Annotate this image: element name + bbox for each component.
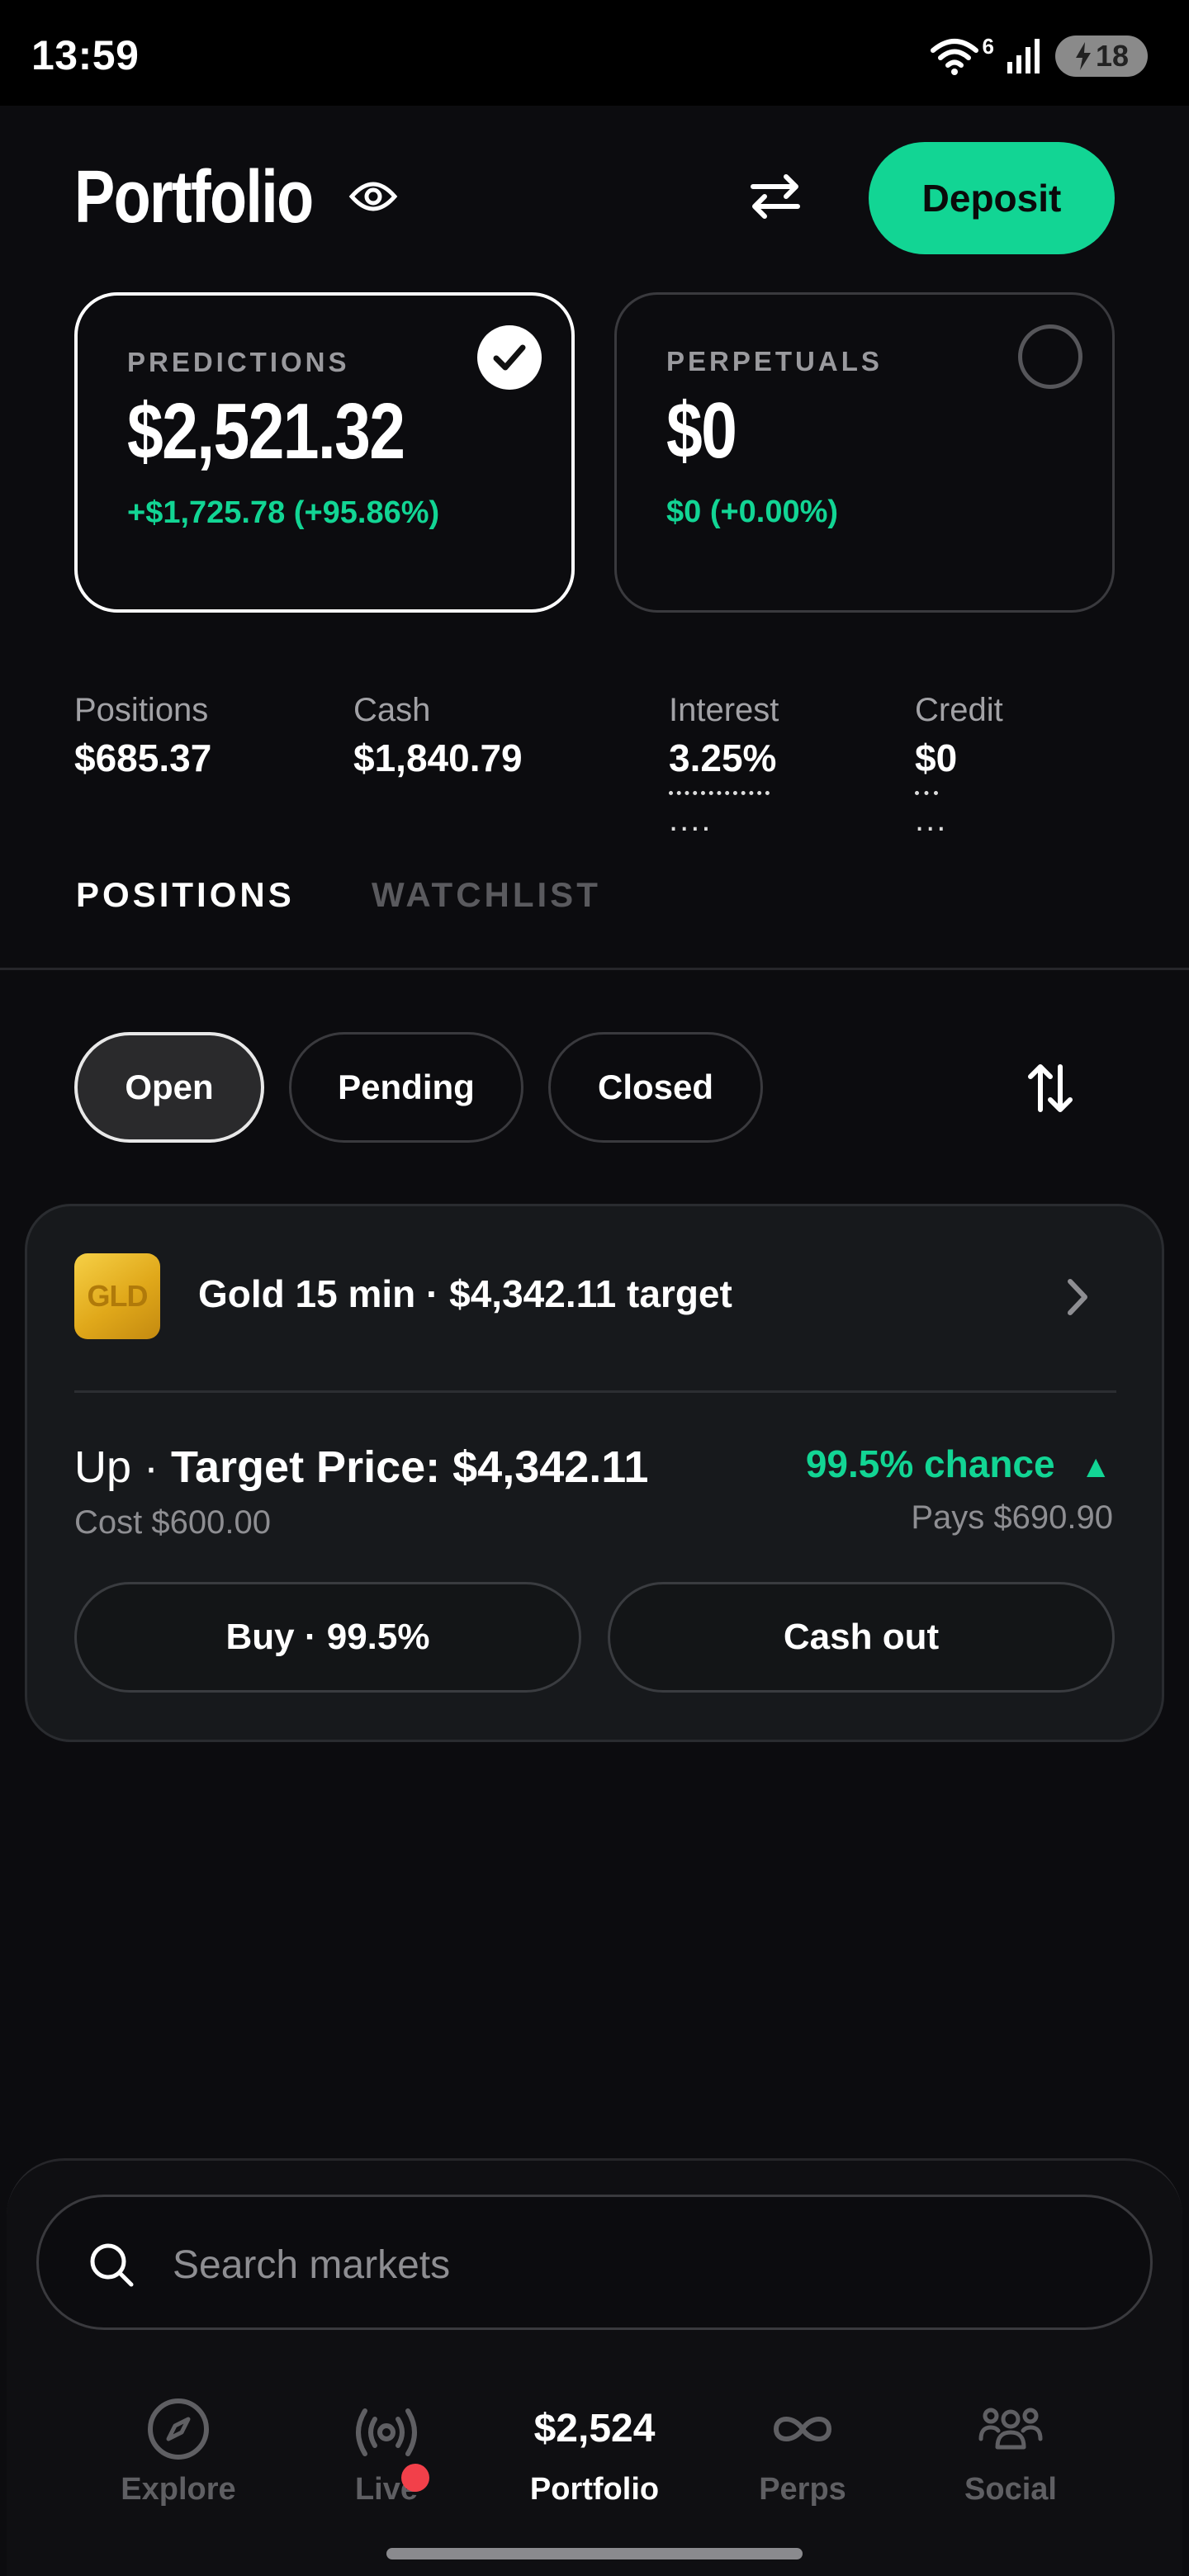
swap-arrows-icon[interactable] xyxy=(746,170,804,223)
nav-label: Live xyxy=(354,2472,419,2507)
position-direction: Up · xyxy=(74,1442,172,1492)
stat-positions: Positions $685.37 xyxy=(74,692,211,780)
stat-cash: Cash $1,840.79 xyxy=(353,692,523,780)
tab-positions[interactable]: POSITIONS xyxy=(76,875,295,915)
page-title: Portfolio xyxy=(74,156,314,239)
stat-value: $1,840.79 xyxy=(353,736,523,779)
buy-button[interactable]: Buy · 99.5% xyxy=(74,1582,581,1693)
position-target: Target Price: $4,342.11 xyxy=(171,1442,649,1492)
predictions-card[interactable]: PREDICTIONS $2,521.32 +$1,725.78 (+95.86… xyxy=(74,292,575,613)
nav-live[interactable]: Live xyxy=(296,2394,477,2518)
checkmark-icon xyxy=(477,325,542,390)
gld-logo: GLD xyxy=(74,1253,160,1339)
charging-icon xyxy=(1075,42,1091,70)
users-icon xyxy=(978,2408,1043,2450)
stat-extra: .... xyxy=(669,802,713,838)
search-bar[interactable] xyxy=(36,2195,1153,2330)
chevron-right-icon[interactable] xyxy=(1065,1276,1090,1318)
nav-explore[interactable]: Explore xyxy=(88,2394,269,2518)
wifi-icon xyxy=(930,39,978,75)
radio-unselected-icon xyxy=(1018,324,1082,389)
position-cost: Cost $600.00 xyxy=(74,1504,271,1541)
battery-level: 18 xyxy=(1095,39,1130,73)
live-indicator-dot xyxy=(401,2464,429,2492)
filter-pending[interactable]: Pending xyxy=(289,1032,523,1143)
predictions-value: $2,521.32 xyxy=(127,387,405,476)
position-chance: 99.5% chance ▲ xyxy=(806,1442,1111,1486)
stat-label: Credit xyxy=(915,692,1003,728)
perpetuals-change: $0 (+0.00%) xyxy=(666,495,839,529)
eye-icon[interactable] xyxy=(348,175,398,218)
chance-text: 99.5% chance xyxy=(805,1442,1055,1485)
nav-label: Explore xyxy=(121,2472,236,2507)
nav-perps[interactable]: Perps xyxy=(712,2394,893,2518)
perpetuals-label: PERPETUALS xyxy=(666,346,883,376)
status-icons: 6 18 xyxy=(930,33,1148,79)
battery-indicator: 18 xyxy=(1055,36,1148,77)
stat-value: 3.25% xyxy=(669,736,777,779)
broadcast-icon xyxy=(356,2408,417,2456)
sort-icon[interactable] xyxy=(1024,1060,1077,1116)
stat-credit[interactable]: Credit $0 ... xyxy=(915,692,1003,839)
dotted-underline xyxy=(915,788,938,795)
stat-value: $685.37 xyxy=(74,736,212,779)
home-indicator[interactable] xyxy=(386,2548,803,2559)
signal-icon xyxy=(1007,39,1040,73)
compass-icon xyxy=(148,2398,209,2460)
nav-label: Social xyxy=(964,2472,1057,2507)
nav-portfolio-value: $2,524 xyxy=(533,2407,656,2451)
nav-portfolio[interactable]: $2,524 Portfolio xyxy=(504,2394,685,2518)
tabs-divider xyxy=(0,968,1189,970)
stat-value: $0 xyxy=(915,736,958,779)
stat-extra: ... xyxy=(915,802,948,838)
dotted-underline xyxy=(669,788,770,795)
search-icon xyxy=(90,2243,134,2287)
predictions-label: PREDICTIONS xyxy=(127,347,350,377)
stat-label: Interest xyxy=(669,692,779,728)
filter-closed[interactable]: Closed xyxy=(548,1032,763,1143)
stat-label: Cash xyxy=(353,692,431,728)
tab-watchlist[interactable]: WATCHLIST xyxy=(372,875,601,915)
cash-out-button[interactable]: Cash out xyxy=(608,1582,1115,1693)
status-time: 13:59 xyxy=(31,32,140,78)
market-title[interactable]: Gold 15 min · $4,342.11 target xyxy=(198,1271,732,1316)
predictions-change: +$1,725.78 (+95.86%) xyxy=(127,495,440,530)
filter-open[interactable]: Open xyxy=(74,1032,264,1143)
nav-label: Perps xyxy=(759,2472,846,2507)
up-triangle-icon: ▲ xyxy=(1080,1450,1111,1485)
deposit-button[interactable]: Deposit xyxy=(869,142,1115,254)
position-side: Up · Target Price: $4,342.11 xyxy=(74,1442,648,1493)
position-pays: Pays $690.90 xyxy=(911,1499,1113,1536)
nav-label: Portfolio xyxy=(529,2472,660,2507)
perpetuals-card[interactable]: PERPETUALS $0 $0 (+0.00%) xyxy=(614,292,1115,613)
stat-label: Positions xyxy=(74,692,209,728)
position-divider xyxy=(74,1390,1116,1393)
search-input[interactable] xyxy=(173,2230,1081,2299)
nav-social[interactable]: Social xyxy=(920,2394,1101,2518)
wifi-badge: 6 xyxy=(982,33,994,59)
infinity-icon xyxy=(773,2417,832,2441)
perpetuals-value: $0 xyxy=(666,386,737,475)
stat-interest[interactable]: Interest 3.25% .... xyxy=(669,692,779,839)
